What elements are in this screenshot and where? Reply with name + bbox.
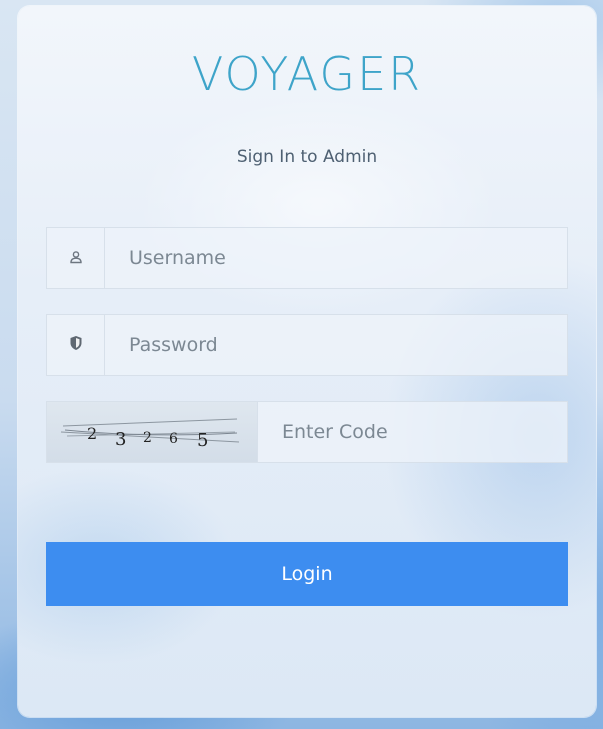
captcha-digit: 5 [197,430,208,451]
password-field [46,314,568,376]
shield-icon [69,335,83,355]
captcha-digit: 3 [115,429,126,450]
login-button[interactable]: Login [46,542,568,606]
captcha-image[interactable]: 2 3 2 6 5 [47,402,258,462]
username-addon [47,228,105,288]
username-input[interactable] [105,228,567,288]
captcha-field: 2 3 2 6 5 [46,401,568,463]
voyager-logo: VOYAGER [191,47,423,101]
username-field [46,227,568,289]
login-card: VOYAGER Sign In to Admin Username 2 3 2 … [18,6,596,717]
password-input[interactable] [105,315,567,375]
captcha-digit: 6 [169,431,178,447]
captcha-digit: 2 [87,424,97,443]
user-icon [69,249,83,268]
password-addon [47,315,105,375]
captcha-code-input[interactable] [258,402,567,462]
captcha-digit: 2 [143,430,152,446]
page-title: Sign In to Admin [236,147,378,167]
